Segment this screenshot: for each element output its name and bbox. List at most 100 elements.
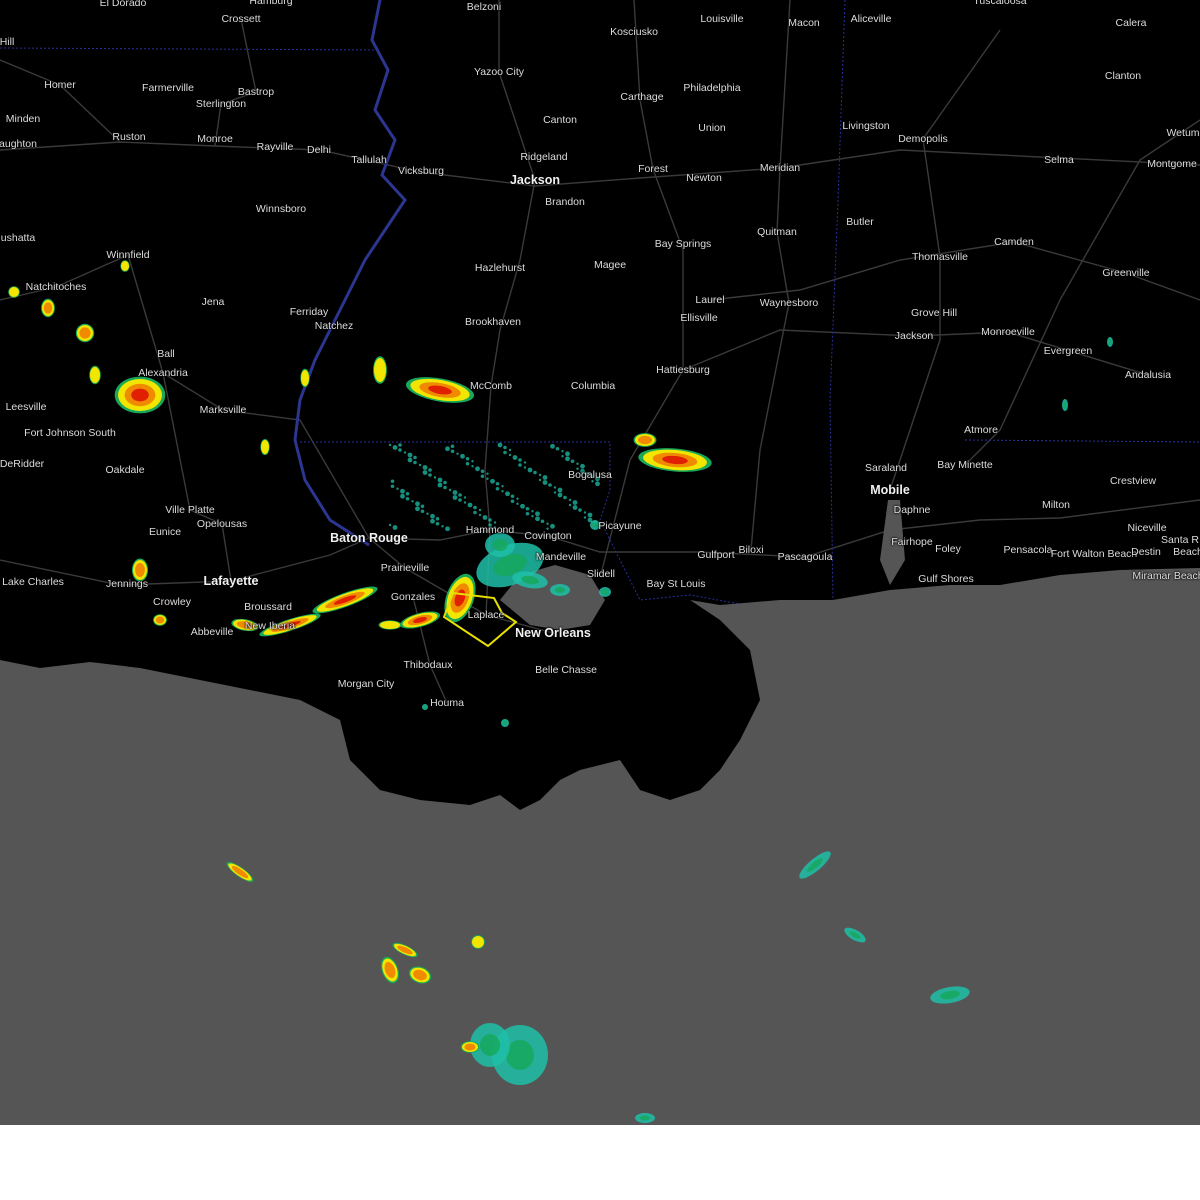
radar-green-echo bbox=[640, 1115, 650, 1121]
city-label: Hazlehurst bbox=[474, 261, 526, 274]
city-label: Wetum bbox=[1166, 126, 1200, 139]
radar-light-echo bbox=[441, 525, 444, 528]
city-label: Sterlington bbox=[195, 97, 247, 110]
map-canvas bbox=[0, 0, 1200, 1125]
radar-light-echo bbox=[443, 480, 447, 485]
radar-storm-cell bbox=[9, 287, 19, 297]
radar-storm-cell bbox=[135, 563, 145, 577]
city-label: Niceville bbox=[1127, 521, 1167, 534]
city-label: Hammond bbox=[465, 523, 515, 536]
radar-storm-cell bbox=[638, 435, 652, 445]
radar-light-echo bbox=[565, 456, 570, 462]
radar-light-echo bbox=[518, 463, 522, 467]
radar-light-echo bbox=[445, 526, 450, 532]
city-label: Gulf Shores bbox=[918, 572, 974, 585]
radar-light-echo bbox=[486, 477, 489, 480]
city-label: Monroeville bbox=[981, 325, 1035, 338]
radar-light-echo bbox=[583, 516, 587, 519]
city-label: Magee bbox=[593, 258, 627, 271]
radar-light-echo bbox=[392, 445, 398, 450]
city-label: Laplace bbox=[467, 608, 505, 621]
city-label: Newton bbox=[686, 171, 722, 184]
radar-light-echo bbox=[553, 491, 557, 494]
radar-map[interactable]: El Dorado Hamburg Crossett Belzoni Kosciusko… bbox=[0, 0, 1200, 1125]
city-label: Louisville bbox=[700, 12, 744, 25]
city-label: Prairieville bbox=[380, 561, 430, 574]
city-label: Greenville bbox=[1102, 266, 1150, 279]
radar-storm-cell bbox=[43, 302, 53, 314]
city-label: Crestview bbox=[1109, 474, 1157, 487]
city-label: Foley bbox=[935, 542, 961, 555]
city-label: Monroe bbox=[197, 132, 233, 145]
radar-light-echo bbox=[548, 483, 552, 487]
radar-light-echo bbox=[435, 516, 440, 521]
radar-light-echo bbox=[535, 516, 540, 522]
radar-light-echo bbox=[407, 457, 413, 463]
city-label: Gonzales bbox=[390, 590, 436, 603]
city-label: Aliceville bbox=[850, 12, 892, 25]
radar-light-echo bbox=[456, 452, 459, 455]
radar-storm-cell bbox=[380, 621, 400, 629]
city-label: McComb bbox=[469, 379, 513, 392]
city-label: Baton Rouge bbox=[330, 530, 408, 545]
city-label: Evergreen bbox=[1043, 344, 1093, 357]
radar-light-echo bbox=[557, 492, 563, 498]
radar-light-echo bbox=[555, 446, 560, 451]
radar-light-echo bbox=[428, 473, 432, 477]
radar-light-echo bbox=[565, 451, 570, 457]
city-label: Mobile bbox=[870, 482, 910, 497]
city-label: Fairhope bbox=[891, 535, 933, 548]
radar-light-echo bbox=[563, 495, 567, 500]
city-label: Broussard bbox=[244, 600, 292, 613]
city-label: Picayune bbox=[598, 519, 642, 532]
radar-light-echo bbox=[428, 468, 432, 472]
radar-light-echo bbox=[452, 490, 458, 495]
radar-light-echo bbox=[460, 453, 465, 459]
radar-light-echo bbox=[443, 485, 447, 490]
city-label: aughton bbox=[0, 137, 37, 150]
radar-light-echo bbox=[420, 509, 425, 514]
radar-light-echo bbox=[505, 491, 510, 497]
radar-light-echo bbox=[411, 500, 414, 503]
radar-light-echo bbox=[437, 477, 443, 483]
radar-light-echo bbox=[405, 496, 410, 501]
radar-light-echo bbox=[540, 519, 545, 524]
radar-light-echo bbox=[450, 444, 455, 449]
radar-light-echo bbox=[420, 504, 425, 509]
radar-light-echo bbox=[546, 522, 549, 525]
radar-light-echo bbox=[525, 511, 530, 516]
radar-light-echo bbox=[433, 476, 437, 479]
radar-light-echo bbox=[473, 510, 477, 515]
city-label: Vicksburg bbox=[398, 164, 444, 177]
radar-light-echo bbox=[396, 487, 399, 490]
city-label: Fort Walton Beach bbox=[1050, 547, 1138, 560]
radar-light-echo bbox=[516, 497, 519, 500]
city-label: Abbeville bbox=[190, 625, 234, 638]
city-label: Yazoo City bbox=[474, 65, 524, 78]
radar-light-echo bbox=[390, 484, 395, 489]
radar-light-echo bbox=[503, 450, 507, 455]
city-label: Brookhaven bbox=[464, 315, 522, 328]
radar-light-echo bbox=[390, 479, 395, 484]
radar-light-echo bbox=[486, 472, 489, 475]
radar-light-echo bbox=[413, 455, 417, 460]
city-label: Montgome bbox=[1147, 157, 1197, 170]
city-label: Crowley bbox=[153, 595, 191, 608]
radar-light-echo bbox=[415, 501, 420, 507]
city-label: Andalusia bbox=[1124, 368, 1172, 381]
city-label: Marksville bbox=[199, 403, 247, 416]
city-label: Slidell bbox=[586, 567, 616, 580]
city-label: Lafayette bbox=[203, 573, 259, 588]
radar-green-echo bbox=[492, 539, 508, 551]
gulf-of-mexico bbox=[0, 568, 1200, 1125]
city-label: Belle Chasse bbox=[535, 663, 597, 676]
city-label: DeRidder bbox=[0, 457, 45, 470]
radar-light-echo bbox=[570, 459, 575, 464]
city-label: Bay Springs bbox=[654, 237, 712, 250]
city-label: Selma bbox=[1044, 153, 1074, 166]
city-label: Milton bbox=[1041, 498, 1071, 511]
radar-light-echo bbox=[576, 462, 579, 465]
radar-light-echo bbox=[557, 487, 563, 493]
radar-light-echo bbox=[578, 508, 582, 512]
city-label: Forest bbox=[638, 162, 668, 175]
